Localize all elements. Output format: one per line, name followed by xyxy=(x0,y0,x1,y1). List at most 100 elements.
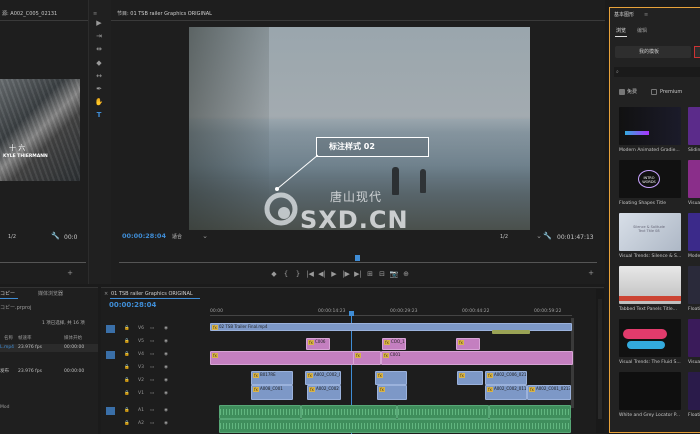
audio-clip[interactable] xyxy=(301,405,397,419)
button-editor-icon[interactable]: ⊕ xyxy=(401,270,411,278)
sync-icon[interactable]: ▭ xyxy=(150,352,154,358)
table-row[interactable]: L.mp4 23.976 fps 00:00:00 xyxy=(0,344,98,352)
sync-icon[interactable]: ▭ xyxy=(150,365,154,371)
lock-icon[interactable]: 🔒 xyxy=(124,352,130,358)
track-header[interactable]: V3 🔒 ◉ ▭ xyxy=(104,362,208,374)
video-clip[interactable]: fx xyxy=(375,371,407,385)
template-thumbnail[interactable] xyxy=(619,319,681,357)
template-thumbnail[interactable] xyxy=(688,107,700,145)
go-to-in-icon[interactable]: |◀ xyxy=(305,270,315,278)
audio-clip[interactable] xyxy=(219,419,571,433)
track-target[interactable] xyxy=(106,325,115,333)
ripple-edit-tool-icon[interactable]: ⇹ xyxy=(92,45,106,53)
sync-icon[interactable]: ▭ xyxy=(150,378,154,384)
playhead-handle[interactable] xyxy=(349,311,354,316)
lift-icon[interactable]: ⊞ xyxy=(365,270,375,278)
mark-in-icon[interactable]: { xyxy=(281,270,291,278)
template-thumbnail[interactable]: INTRO WORDS xyxy=(619,160,681,198)
template-thumbnail[interactable] xyxy=(688,372,700,410)
video-clip[interactable]: fx xyxy=(456,338,480,350)
lock-icon[interactable]: 🔒 xyxy=(124,421,130,427)
extract-icon[interactable]: ⊟ xyxy=(377,270,387,278)
track-header[interactable]: V2 🔒 ◉ ▭ xyxy=(104,375,208,387)
template-thumbnail[interactable] xyxy=(688,266,700,304)
chevron-down-icon[interactable]: ⌄ xyxy=(202,232,208,240)
track-header[interactable]: V5 🔒 ◉ ▭ xyxy=(104,336,208,348)
source-zoom-select[interactable]: 1/2 xyxy=(8,234,16,241)
slip-tool-icon[interactable]: ↔ xyxy=(92,72,106,80)
sync-icon[interactable]: ▭ xyxy=(150,421,154,427)
fit-select[interactable]: 适合 xyxy=(172,234,182,241)
free-checkbox[interactable] xyxy=(619,89,625,95)
eye-icon[interactable]: ◉ xyxy=(164,391,168,397)
eye-icon[interactable]: ◉ xyxy=(164,365,168,371)
video-clip[interactable]: fx B017RE xyxy=(251,371,293,385)
sync-icon[interactable]: ▭ xyxy=(150,408,154,414)
step-forward-icon[interactable]: |▶ xyxy=(341,270,351,278)
search-input[interactable]: ⌕ xyxy=(614,67,700,77)
hand-tool-icon[interactable]: ✋ xyxy=(92,98,106,106)
lock-icon[interactable]: 🔒 xyxy=(124,326,130,332)
template-thumbnail[interactable] xyxy=(688,319,700,357)
template-thumbnail[interactable] xyxy=(619,107,681,145)
track-target[interactable] xyxy=(106,351,115,359)
go-to-out-icon[interactable]: ▶| xyxy=(353,270,363,278)
program-scrubber-track[interactable] xyxy=(119,262,597,263)
video-clip[interactable]: fx A002_C001_0213 xyxy=(527,385,571,400)
track-header[interactable]: V4 🔒 ◉ ▭ xyxy=(104,349,208,361)
playhead-marker[interactable] xyxy=(355,255,360,261)
sync-icon[interactable]: ▭ xyxy=(150,339,154,345)
audio-clip[interactable] xyxy=(219,405,301,419)
lock-icon[interactable]: 🔒 xyxy=(124,365,130,371)
template-thumbnail[interactable] xyxy=(688,160,700,198)
video-clip[interactable]: fxA002_C002_0116U xyxy=(305,371,341,385)
col-fps[interactable]: 帧速率 xyxy=(18,336,32,342)
video-clip[interactable]: fx A008_C001 xyxy=(251,385,293,400)
project-tab[interactable]: コピー xyxy=(0,291,15,298)
razor-tool-icon[interactable]: ◆ xyxy=(92,59,106,67)
track-target[interactable] xyxy=(106,407,115,415)
audio-clip[interactable] xyxy=(397,405,489,419)
premium-checkbox[interactable] xyxy=(651,89,657,95)
sync-icon[interactable]: ▭ xyxy=(150,391,154,397)
program-monitor-tab[interactable]: 节目: 01 TSB railer Graphics ORIGINAL xyxy=(117,11,212,18)
video-clip[interactable]: fx C006 xyxy=(306,338,330,350)
track-header[interactable]: V1 🔒 ◉ ▭ xyxy=(104,388,208,400)
step-back-icon[interactable]: ◀| xyxy=(317,270,327,278)
eye-icon[interactable]: ◉ xyxy=(164,339,168,345)
video-clip[interactable]: fx A002_C006_0214 xyxy=(485,371,527,385)
video-clip[interactable]: fxA002_C002_0116E xyxy=(485,385,527,400)
add-marker-icon[interactable]: ◆ xyxy=(269,270,279,278)
lock-icon[interactable]: 🔒 xyxy=(124,391,130,397)
play-icon[interactable]: ▶ xyxy=(329,270,339,278)
timeline-close-icon[interactable]: × xyxy=(104,291,108,298)
lock-icon[interactable]: 🔒 xyxy=(124,408,130,414)
video-clip[interactable]: fx C001 xyxy=(381,351,573,365)
template-thumbnail[interactable]: Silence & Solitude Text Title 08 xyxy=(619,213,681,251)
my-templates-button[interactable]: 我的模板 xyxy=(615,46,691,58)
tab-edit[interactable]: 编辑 xyxy=(637,28,647,35)
add-button-icon[interactable]: + xyxy=(587,269,595,277)
sync-icon[interactable]: ▭ xyxy=(150,326,154,332)
audio-clip[interactable] xyxy=(489,405,571,419)
pen-tool-icon[interactable]: ✒ xyxy=(92,85,106,93)
wrench-icon[interactable]: 🔧 xyxy=(51,232,60,240)
table-row[interactable]: 发布 23.976 fps 00:00:00 xyxy=(0,368,98,376)
template-thumbnail[interactable] xyxy=(619,372,681,410)
track-header[interactable]: V6 🔒 ◉ ▭ xyxy=(104,323,208,335)
template-thumbnail[interactable] xyxy=(619,266,681,304)
type-tool-icon[interactable]: T xyxy=(92,111,106,119)
source-scrubber[interactable] xyxy=(0,262,86,263)
video-clip[interactable]: fx xyxy=(210,351,354,365)
add-button-icon[interactable]: + xyxy=(66,269,74,277)
eye-icon[interactable]: ◉ xyxy=(164,408,168,414)
col-name[interactable]: 名称 xyxy=(4,336,13,342)
adobe-stock-button[interactable] xyxy=(694,46,700,58)
track-header[interactable]: A1 🔒 ◉ ▭ xyxy=(104,405,208,417)
source-monitor-tab[interactable]: 源: A002_C005_02131 xyxy=(2,11,57,18)
eye-icon[interactable]: ◉ xyxy=(164,326,168,332)
eye-icon[interactable]: ◉ xyxy=(164,421,168,427)
video-clip[interactable]: fx xyxy=(377,385,407,400)
tools-menu-icon[interactable]: ≡ xyxy=(93,11,97,18)
lock-icon[interactable]: 🔒 xyxy=(124,378,130,384)
